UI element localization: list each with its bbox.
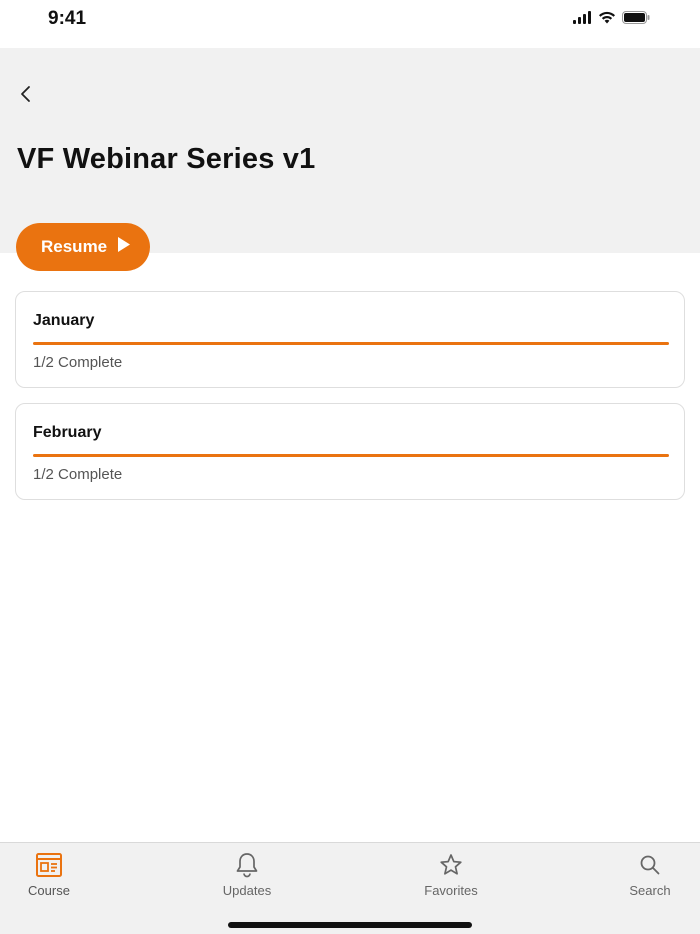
star-icon: [437, 851, 465, 879]
section-title: January: [33, 312, 95, 329]
status-time: 9:41: [48, 8, 87, 29]
section-status: 1/2 Complete: [33, 466, 123, 483]
tab-favorites[interactable]: Favorites: [406, 851, 496, 898]
tab-course[interactable]: Course: [4, 851, 94, 898]
section-card-february[interactable]: February 1/2 Complete: [15, 403, 685, 500]
page-title: VF Webinar Series v1: [17, 143, 316, 175]
progress-bar-fill: [33, 342, 669, 345]
battery-icon: [622, 11, 650, 29]
course-icon: [35, 851, 63, 879]
tab-bar: Course Updates Favorites Search: [0, 842, 700, 934]
chevron-left-icon: [19, 85, 33, 108]
cellular-signal-icon: [573, 11, 592, 29]
tab-label: Search: [629, 883, 671, 898]
resume-label: Resume: [41, 237, 108, 256]
play-icon: [117, 236, 131, 258]
status-icons: [573, 11, 650, 29]
tab-updates[interactable]: Updates: [202, 851, 292, 898]
progress-bar: [33, 454, 669, 457]
tab-label: Updates: [222, 883, 272, 898]
tab-label: Favorites: [424, 883, 478, 898]
tab-search[interactable]: Search: [605, 851, 695, 898]
section-status: 1/2 Complete: [33, 354, 123, 371]
back-button[interactable]: [12, 82, 40, 110]
search-icon: [636, 851, 664, 879]
bell-icon: [233, 851, 261, 879]
resume-button[interactable]: Resume: [16, 223, 150, 271]
progress-bar: [33, 342, 669, 345]
section-title: February: [33, 424, 102, 441]
section-card-january[interactable]: January 1/2 Complete: [15, 291, 685, 388]
home-indicator: [228, 922, 472, 928]
wifi-icon: [598, 11, 616, 29]
progress-bar-fill: [33, 454, 669, 457]
status-bar: 9:41: [0, 0, 700, 48]
tab-label: Course: [28, 883, 70, 898]
